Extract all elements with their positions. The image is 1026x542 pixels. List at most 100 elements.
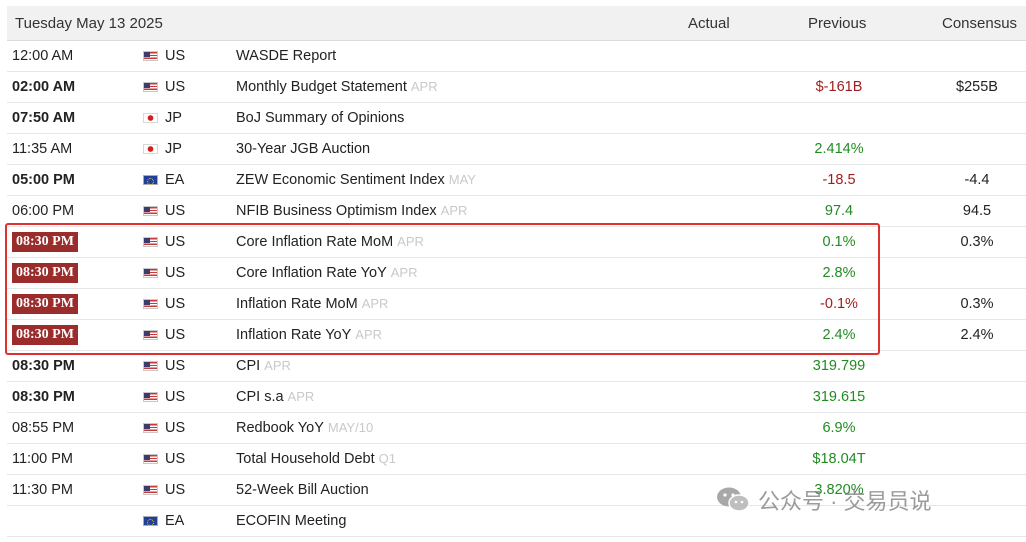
event-row[interactable]: 08:30 PM US Core Inflation Rate YoY APR 2.8% — [7, 258, 1026, 289]
event-time: 02:00 AM — [12, 79, 76, 95]
flag-us-icon — [143, 237, 158, 247]
flag-jp-icon — [143, 144, 158, 154]
event-row[interactable]: 08:30 PM US Inflation Rate YoY APR 2.4% 2.4% — [7, 320, 1026, 351]
country-code: US — [165, 420, 186, 436]
consensus-value: 0.3% — [960, 234, 994, 250]
event-row[interactable]: 08:30 PM US Core Inflation Rate MoM APR 0.1%… — [7, 227, 1026, 258]
event-row[interactable]: 06:00 PM US NFIB Business Optimism Index AP… — [7, 196, 1026, 227]
event-title[interactable]: ECOFIN Meeting — [236, 513, 346, 529]
event-title[interactable]: 52-Week Bill Auction — [236, 482, 369, 498]
consensus-value: -4.4 — [964, 172, 990, 188]
event-period: MAY/10 — [327, 420, 374, 435]
event-name[interactable]: Core Inflation Rate MoM APR — [236, 234, 424, 250]
time-badge: 08:30 PM — [12, 325, 78, 345]
event-time: 11:30 PM — [12, 482, 73, 498]
event-title[interactable]: Redbook YoY — [236, 420, 324, 436]
event-row[interactable]: 12:00 AM US WASDE Report — [7, 41, 1026, 72]
flag-us-icon — [143, 423, 158, 433]
event-name[interactable]: WASDE Report — [236, 48, 336, 64]
event-period: APR — [397, 234, 424, 249]
event-name[interactable]: ECOFIN Meeting — [236, 513, 346, 529]
event-name[interactable]: Inflation Rate MoM APR — [236, 296, 388, 312]
flag-us-icon — [143, 392, 158, 402]
flag-us-icon — [143, 206, 158, 216]
event-name[interactable]: CPI s.a APR — [236, 389, 314, 405]
flag-us-icon — [143, 51, 158, 61]
event-name[interactable]: Total Household Debt Q1 — [236, 451, 396, 467]
event-name[interactable]: NFIB Business Optimism Index APR — [236, 203, 467, 219]
event-row[interactable]: 02:00 AM US Monthly Budget Statement APR $-1… — [7, 72, 1026, 103]
header-consensus[interactable]: Consensus — [942, 15, 1017, 32]
country-code: US — [165, 358, 186, 374]
header-date: Tuesday May 13 2025 — [15, 15, 163, 32]
event-row[interactable]: 05:00 PM EA ZEW Economic Sentiment Index MA… — [7, 165, 1026, 196]
flag-us-icon — [143, 485, 158, 495]
event-period: APR — [361, 296, 389, 311]
previous-value: 2.4% — [822, 327, 856, 343]
event-title[interactable]: Inflation Rate MoM — [236, 296, 358, 312]
event-name[interactable]: Core Inflation Rate YoY APR — [236, 265, 417, 281]
event-title[interactable]: CPI — [236, 358, 260, 374]
country-code: US — [165, 48, 186, 64]
event-row[interactable]: 07:50 AM JP BoJ Summary of Opinions — [7, 103, 1026, 134]
event-period: Q1 — [378, 451, 396, 466]
country-code: US — [165, 265, 186, 281]
previous-value: 2.414% — [814, 141, 864, 157]
country-code: US — [165, 296, 186, 312]
event-title[interactable]: 30-Year JGB Auction — [236, 141, 370, 157]
flag-us-icon — [143, 361, 158, 371]
consensus-value: $255B — [956, 79, 998, 95]
flag-us-icon — [143, 299, 158, 309]
event-row[interactable]: 08:30 PM US CPI s.a APR 319.615 — [7, 382, 1026, 413]
country-code: US — [165, 327, 186, 343]
event-name[interactable]: CPI APR — [236, 358, 291, 374]
event-name[interactable]: Inflation Rate YoY APR — [236, 327, 382, 343]
event-row[interactable]: 11:35 AM JP 30-Year JGB Auction 2.414% — [7, 134, 1026, 165]
flag-us-icon — [143, 454, 158, 464]
country-code: JP — [165, 110, 182, 126]
economic-calendar: Tuesday May 13 2025 Actual Previous Cons… — [7, 6, 1026, 537]
event-time: 11:35 AM — [12, 141, 73, 157]
event-period: APR — [355, 327, 383, 342]
event-name[interactable]: BoJ Summary of Opinions — [236, 110, 404, 126]
event-name[interactable]: Redbook YoY MAY/10 — [236, 420, 373, 436]
event-row[interactable]: 11:00 PM US Total Household Debt Q1 $18.04T — [7, 444, 1026, 475]
event-name[interactable]: ZEW Economic Sentiment Index MAY — [236, 172, 476, 188]
event-row[interactable]: 08:30 PM US CPI APR 319.799 — [7, 351, 1026, 382]
event-row[interactable]: 08:30 PM US Inflation Rate MoM APR -0.1% 0.3% — [7, 289, 1026, 320]
previous-value: 319.799 — [812, 358, 866, 374]
event-title[interactable]: Inflation Rate YoY — [236, 327, 351, 343]
event-row[interactable]: 08:55 PM US Redbook YoY MAY/10 6.9% — [7, 413, 1026, 444]
country-code: JP — [165, 141, 182, 157]
country-code: US — [165, 234, 186, 250]
header-actual[interactable]: Actual — [688, 15, 730, 32]
event-period: APR — [410, 79, 438, 94]
event-title[interactable]: WASDE Report — [236, 48, 336, 64]
event-name[interactable]: Monthly Budget Statement APR — [236, 79, 438, 95]
previous-value: 0.1% — [822, 234, 856, 250]
event-time: 12:00 AM — [12, 48, 74, 64]
country-code: US — [165, 203, 186, 219]
event-title[interactable]: Total Household Debt — [236, 451, 375, 467]
consensus-value: 0.3% — [960, 296, 994, 312]
event-name[interactable]: 30-Year JGB Auction — [236, 141, 370, 157]
event-period: APR — [264, 358, 291, 373]
time-badge: 08:30 PM — [12, 263, 78, 283]
flag-jp-icon — [143, 113, 158, 123]
event-title[interactable]: ZEW Economic Sentiment Index — [236, 172, 445, 188]
event-time: 05:00 PM — [12, 172, 75, 188]
event-period: MAY — [448, 172, 476, 187]
event-title[interactable]: Core Inflation Rate MoM — [236, 234, 393, 250]
event-name[interactable]: 52-Week Bill Auction — [236, 482, 369, 498]
header-previous[interactable]: Previous — [808, 15, 866, 32]
event-title[interactable]: NFIB Business Optimism Index — [236, 203, 437, 219]
event-period: APR — [287, 389, 315, 404]
previous-value: 319.615 — [812, 389, 866, 405]
event-title[interactable]: BoJ Summary of Opinions — [236, 110, 404, 126]
event-title[interactable]: Monthly Budget Statement — [236, 79, 407, 95]
country-code: US — [165, 389, 186, 405]
event-title[interactable]: CPI s.a — [236, 389, 284, 405]
event-time: 08:30 PM — [12, 389, 75, 405]
event-title[interactable]: Core Inflation Rate YoY — [236, 265, 387, 281]
country-code: US — [165, 482, 186, 498]
